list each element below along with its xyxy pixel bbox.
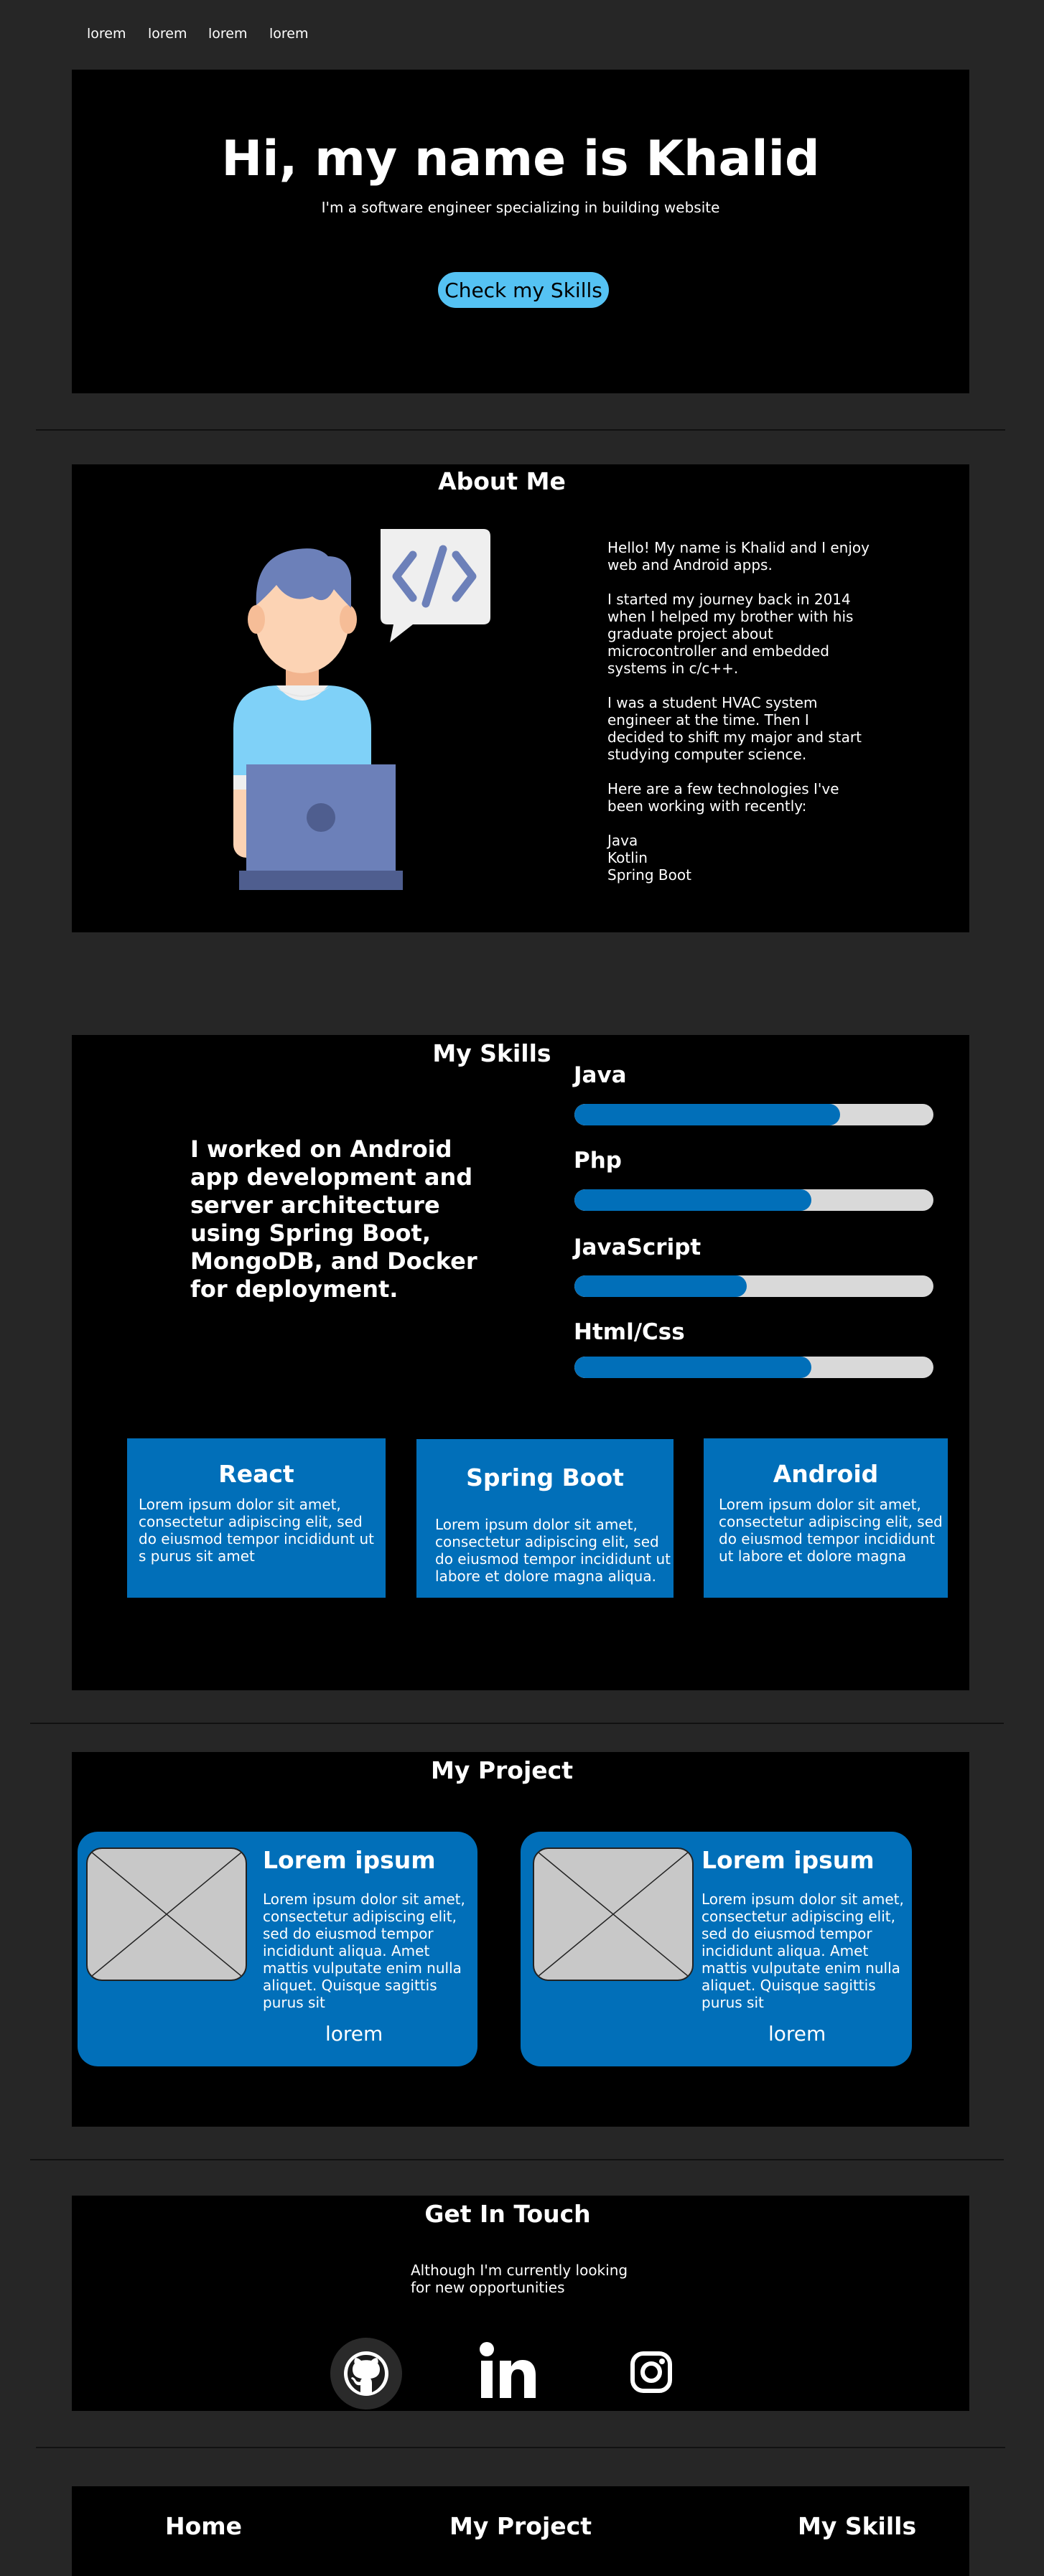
project-card: Lorem ipsum Lorem ipsum dolor sit amet, … [521, 1832, 912, 2066]
card-text: Lorem ipsum dolor sit amet, consectetur … [435, 1516, 671, 1585]
check-skills-button[interactable]: Check my Skills [438, 272, 609, 308]
nav-link-3[interactable]: lorem [208, 26, 248, 42]
projects-title: My Project [431, 1756, 573, 1784]
linkedin-icon[interactable] [480, 2342, 537, 2399]
project-description: Lorem ipsum dolor sit amet, consectetur … [263, 1891, 465, 2011]
about-title: About Me [438, 467, 566, 495]
skills-section: My Skills I worked on Android app develo… [72, 1035, 969, 1690]
skill-name: Php [574, 1148, 622, 1174]
card-title: Android [773, 1460, 879, 1488]
skill-name: JavaScript [574, 1235, 702, 1260]
project-link[interactable]: lorem [768, 2022, 826, 2046]
hero-title: Hi, my name is Khalid [221, 131, 820, 187]
skill-bar-php [574, 1189, 933, 1211]
technology-item: Kotlin [607, 849, 648, 866]
contact-text: Although I'm currently looking for new o… [411, 2262, 628, 2296]
card-text: Lorem ipsum dolor sit amet, consectetur … [719, 1496, 943, 1565]
project-description: Lorem ipsum dolor sit amet, consectetur … [702, 1891, 904, 2011]
github-icon[interactable] [330, 2338, 402, 2409]
skills-title: My Skills [432, 1039, 551, 1067]
about-paragraph: I started my journey back in 2014 when I… [607, 591, 854, 677]
skill-name: Html/Css [574, 1319, 685, 1345]
section-divider [36, 429, 1005, 431]
developer-illustration [233, 529, 490, 890]
project-link[interactable]: lorem [325, 2022, 383, 2046]
section-divider [30, 2159, 1004, 2160]
section-divider [30, 1723, 1004, 1724]
footer-link-my-project[interactable]: My Project [449, 2512, 592, 2540]
contact-title: Get In Touch [424, 2200, 591, 2228]
technology-item: Spring Boot [607, 866, 691, 884]
skill-bar-fill [574, 1357, 811, 1378]
skill-bar-fill [574, 1104, 840, 1125]
card-title: React [218, 1460, 294, 1488]
footer-link-my-skills[interactable]: My Skills [798, 2512, 916, 2540]
instagram-icon[interactable] [630, 2351, 673, 2394]
skill-bar-fill [574, 1275, 747, 1297]
project-card: Lorem ipsum Lorem ipsum dolor sit amet, … [78, 1832, 477, 2066]
about-text: Hello! My name is Khalid and I enjoy web… [607, 539, 870, 884]
skill-name: Java [574, 1062, 627, 1088]
hero-section: Hi, my name is Khalid I'm a software eng… [72, 70, 969, 393]
projects-section: My Project Lorem ipsum Lorem ipsum dolor… [72, 1752, 969, 2127]
skill-card-android: Android Lorem ipsum dolor sit amet, cons… [704, 1438, 948, 1598]
nav-link-2[interactable]: lorem [148, 26, 187, 42]
image-placeholder-icon [88, 1849, 246, 1980]
contact-section: Get In Touch Although I'm currently look… [72, 2196, 969, 2411]
skill-card-spring-boot: Spring Boot Lorem ipsum dolor sit amet, … [416, 1439, 674, 1598]
skill-bar-javascript [574, 1275, 933, 1297]
hero-subtitle: I'm a software engineer specializing in … [321, 199, 720, 216]
card-title: Spring Boot [466, 1463, 624, 1491]
skill-bar-java [574, 1104, 933, 1125]
project-title: Lorem ipsum [702, 1846, 875, 1874]
about-paragraph: Here are a few technologies I've been wo… [607, 780, 839, 815]
nav-link-1[interactable]: lorem [87, 26, 126, 42]
project-title: Lorem ipsum [263, 1846, 436, 1874]
project-image-placeholder [86, 1847, 247, 1981]
skill-bar-fill [574, 1189, 811, 1211]
skill-bar-html-css [574, 1357, 933, 1378]
skill-card-react: React Lorem ipsum dolor sit amet, consec… [127, 1438, 386, 1598]
footer-link-home[interactable]: Home [165, 2512, 242, 2540]
section-divider [36, 2447, 1005, 2448]
skills-intro: I worked on Android app development and … [190, 1135, 477, 1303]
technology-item: Java [607, 832, 638, 849]
project-image-placeholder [533, 1847, 694, 1981]
about-paragraph: Hello! My name is Khalid and I enjoy web… [607, 539, 870, 573]
image-placeholder-icon [534, 1849, 692, 1980]
about-paragraph: I was a student HVAC system engineer at … [607, 694, 862, 763]
card-text: Lorem ipsum dolor sit amet, consectetur … [139, 1496, 374, 1565]
nav-link-4[interactable]: lorem [269, 26, 309, 42]
about-section: About Me Hello! My name is Khalid and I … [72, 464, 969, 932]
